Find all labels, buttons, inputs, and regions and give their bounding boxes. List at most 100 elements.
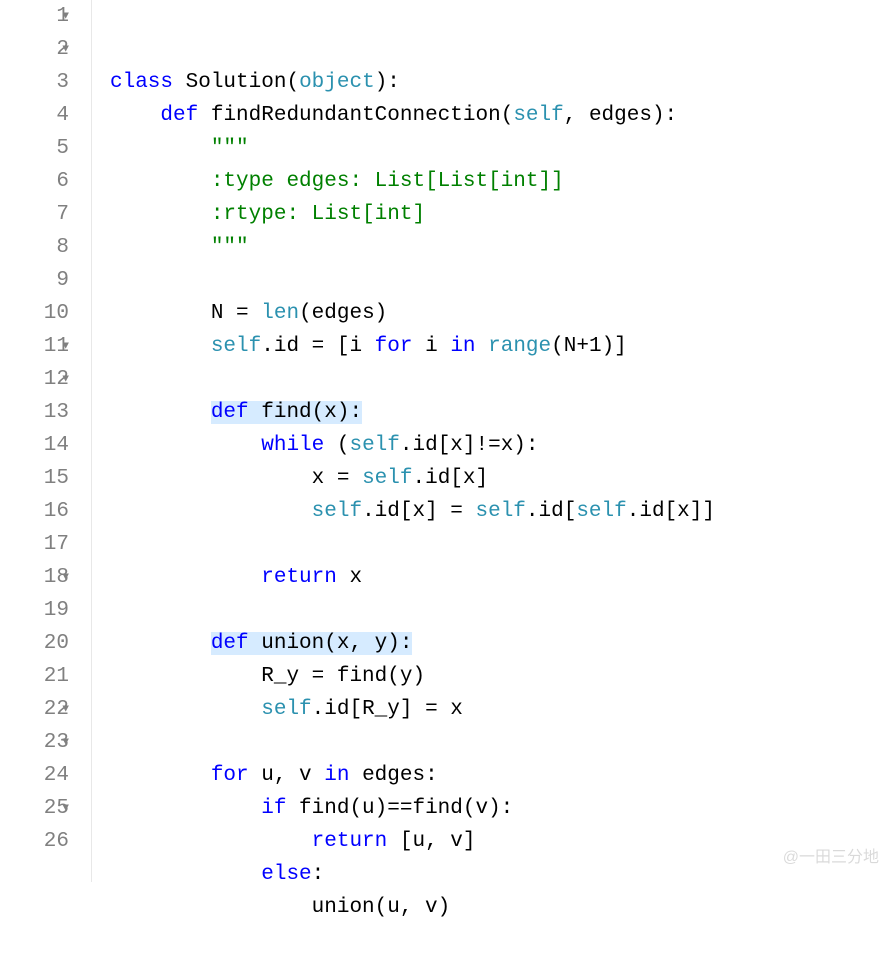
line-number: 25▼ [0, 792, 69, 825]
token: ): [375, 71, 400, 94]
code-line[interactable]: def find(x): [110, 396, 889, 429]
token: """ [211, 137, 249, 160]
fold-marker-icon[interactable]: ▼ [62, 33, 69, 66]
line-number: 24 [0, 759, 69, 792]
code-line[interactable] [110, 528, 889, 561]
line-number: 18▼ [0, 561, 69, 594]
token: edges: [362, 764, 438, 787]
token: self [576, 500, 626, 523]
token: (x, y): [324, 632, 412, 655]
code-line[interactable]: else: [110, 858, 889, 891]
line-number: 16 [0, 495, 69, 528]
code-line[interactable]: :type edges: List[List[int]] [110, 165, 889, 198]
code-line[interactable]: def findRedundantConnection(self, edges)… [110, 99, 889, 132]
line-number: 9 [0, 264, 69, 297]
line-number: 11▼ [0, 330, 69, 363]
fold-marker-icon[interactable]: ▼ [62, 561, 69, 594]
token: findRedundantConnection [211, 104, 501, 127]
fold-marker-icon[interactable]: ▼ [62, 792, 69, 825]
token: .id[R_y] = x [312, 698, 463, 721]
line-number: 15 [0, 462, 69, 495]
token: class [110, 71, 186, 94]
token: (x): [312, 401, 362, 424]
token: find [261, 401, 311, 424]
code-line[interactable] [110, 363, 889, 396]
code-line[interactable]: for u, v in edges: [110, 759, 889, 792]
token: :rtype: List[int] [211, 203, 425, 226]
code-line[interactable]: R_y = find(y) [110, 660, 889, 693]
token: ( [337, 434, 350, 457]
code-line[interactable]: :rtype: List[int] [110, 198, 889, 231]
code-line[interactable]: return x [110, 561, 889, 594]
token: for [211, 764, 261, 787]
token: for [375, 335, 425, 358]
code-line[interactable]: x = self.id[x] [110, 462, 889, 495]
code-line[interactable] [110, 264, 889, 297]
line-number: 3 [0, 66, 69, 99]
token: .id = [i [261, 335, 374, 358]
token: find(u)==find(v): [299, 797, 513, 820]
line-number: 7 [0, 198, 69, 231]
token: N = [211, 302, 261, 325]
line-number: 12▼ [0, 363, 69, 396]
token: [u, v] [400, 830, 476, 853]
token: in [324, 764, 362, 787]
token: def [211, 632, 261, 655]
fold-marker-icon[interactable]: ▼ [62, 0, 69, 33]
code-line[interactable]: """ [110, 132, 889, 165]
token: if [261, 797, 299, 820]
code-line[interactable]: class Solution(object): [110, 66, 889, 99]
token: self [312, 500, 362, 523]
code-line[interactable]: N = len(edges) [110, 297, 889, 330]
token: .id[x]] [627, 500, 715, 523]
fold-marker-icon[interactable]: ▼ [62, 726, 69, 759]
token: self [513, 104, 563, 127]
token: : [312, 863, 325, 886]
watermark: @一田三分地 [783, 841, 879, 874]
token: self [475, 500, 525, 523]
token: len [261, 302, 299, 325]
token: .id[ [526, 500, 576, 523]
code-line[interactable]: self.id[R_y] = x [110, 693, 889, 726]
code-line[interactable]: union(u, v) [110, 891, 889, 924]
token: .id[x]!=x): [400, 434, 539, 457]
line-number: 8 [0, 231, 69, 264]
code-line[interactable] [110, 726, 889, 759]
token: def [160, 104, 210, 127]
fold-marker-icon[interactable]: ▼ [62, 363, 69, 396]
line-number: 19 [0, 594, 69, 627]
token: self [349, 434, 399, 457]
line-number: 22▼ [0, 693, 69, 726]
token: ( [501, 104, 514, 127]
code-line[interactable]: self.id[x] = self.id[self.id[x]] [110, 495, 889, 528]
code-line[interactable]: return [u, v] [110, 825, 889, 858]
line-number: 1▼ [0, 0, 69, 33]
token: union(u, v) [312, 896, 451, 919]
code-area[interactable]: class Solution(object): def findRedundan… [92, 0, 889, 882]
code-line[interactable] [110, 594, 889, 627]
token: object [299, 71, 375, 94]
token: Solution [186, 71, 287, 94]
token: return [261, 566, 349, 589]
token: return [312, 830, 400, 853]
token: x = [312, 467, 362, 490]
token: i [425, 335, 450, 358]
token: R_y = find(y) [261, 665, 425, 688]
token: (N+ [551, 335, 589, 358]
code-line[interactable]: def union(x, y): [110, 627, 889, 660]
code-line[interactable]: if find(u)==find(v): [110, 792, 889, 825]
token: self [261, 698, 311, 721]
token: else [261, 863, 311, 886]
token: union [261, 632, 324, 655]
fold-marker-icon[interactable]: ▼ [62, 693, 69, 726]
token: .id[x] = [362, 500, 475, 523]
code-line[interactable]: self.id = [i for i in range(N+1)] [110, 330, 889, 363]
token: ( [286, 71, 299, 94]
token: """ [211, 236, 249, 259]
line-number: 6 [0, 165, 69, 198]
code-line[interactable]: while (self.id[x]!=x): [110, 429, 889, 462]
line-number: 14 [0, 429, 69, 462]
line-number: 21 [0, 660, 69, 693]
code-line[interactable]: """ [110, 231, 889, 264]
fold-marker-icon[interactable]: ▼ [62, 330, 69, 363]
